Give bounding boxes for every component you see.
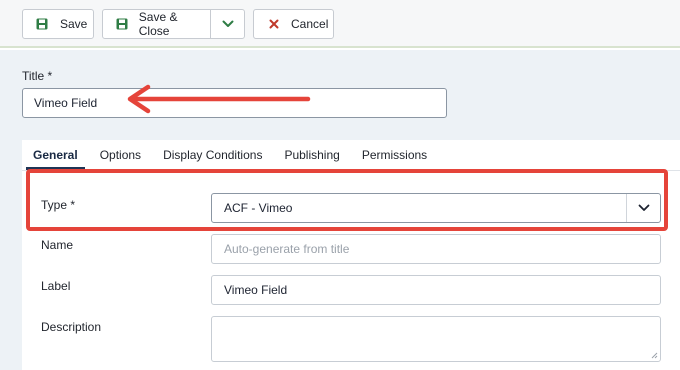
name-input-placeholder: Auto-generate from title xyxy=(224,242,350,256)
description-textarea[interactable] xyxy=(211,316,661,362)
name-input[interactable]: Auto-generate from title xyxy=(211,234,661,264)
annotation-arrow xyxy=(127,84,311,114)
cancel-button-label: Cancel xyxy=(291,17,329,31)
label-input[interactable]: Vimeo Field xyxy=(211,275,661,305)
label-input-value: Vimeo Field xyxy=(224,283,288,297)
chevron-down-icon xyxy=(222,17,234,31)
save-button[interactable]: Save xyxy=(22,9,94,39)
annotation-highlight-box xyxy=(26,169,668,231)
floppy-disk-icon xyxy=(35,17,49,31)
tab-bar: General Options Display Conditions Publi… xyxy=(22,140,680,170)
title-label: Title * xyxy=(22,69,53,83)
save-close-button[interactable]: Save & Close xyxy=(103,10,212,38)
toolbar: Save Save & Close Cancel xyxy=(0,0,680,48)
close-x-icon xyxy=(267,17,281,31)
tab-options[interactable]: Options xyxy=(89,140,152,170)
tab-display-conditions[interactable]: Display Conditions xyxy=(152,140,273,170)
resize-grip-icon[interactable] xyxy=(650,351,658,359)
save-close-button-group: Save & Close xyxy=(102,9,245,39)
cancel-button[interactable]: Cancel xyxy=(253,9,334,39)
tab-permissions[interactable]: Permissions xyxy=(351,140,438,170)
title-input-value: Vimeo Field xyxy=(34,96,98,110)
save-close-button-label: Save & Close xyxy=(138,10,178,38)
tab-publishing[interactable]: Publishing xyxy=(273,140,350,170)
save-options-dropdown-button[interactable] xyxy=(211,10,244,38)
label-label: Label xyxy=(41,279,71,293)
tab-general[interactable]: General xyxy=(22,140,89,170)
description-label: Description xyxy=(41,320,102,334)
save-button-label: Save xyxy=(60,17,88,31)
name-label: Name xyxy=(41,238,74,252)
floppy-disk-icon xyxy=(115,17,129,31)
